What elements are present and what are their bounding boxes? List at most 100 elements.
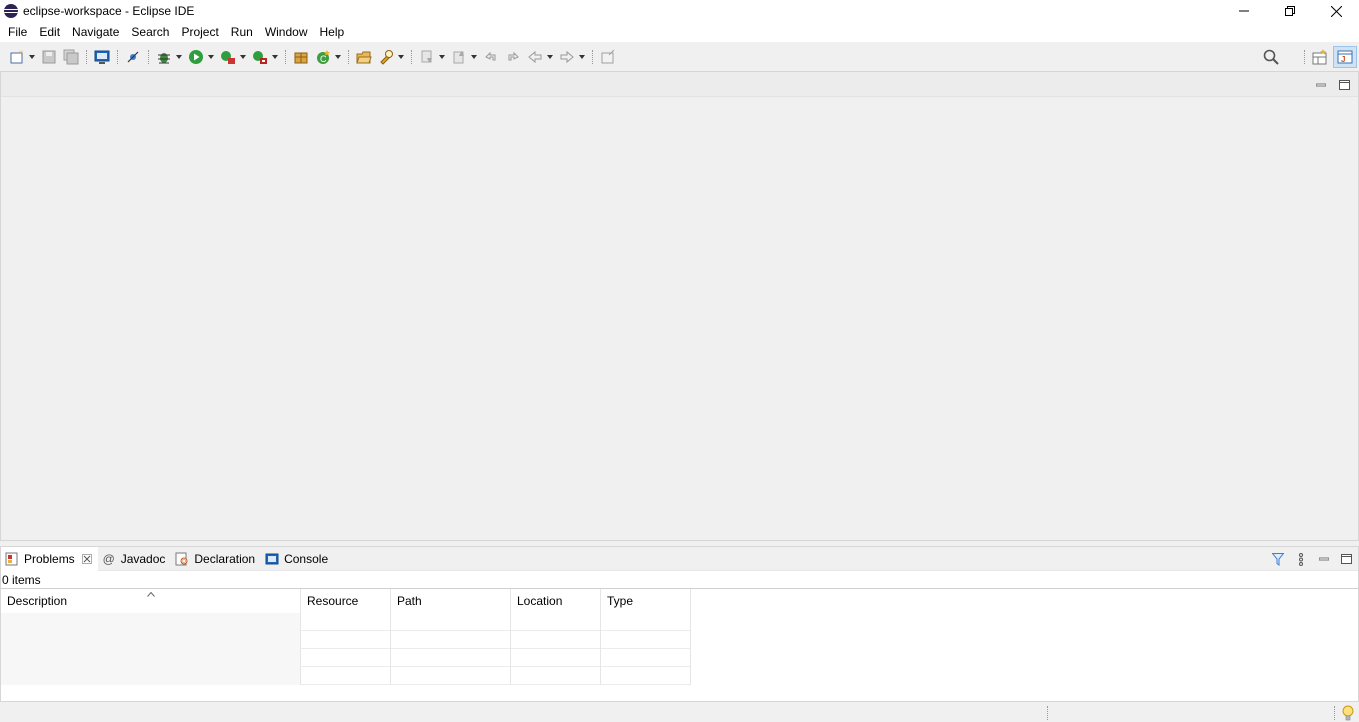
table-cell — [391, 667, 511, 685]
open-perspective-icon — [1312, 48, 1327, 64]
minimize-button[interactable] — [1221, 0, 1267, 22]
new-java-package-button[interactable] — [292, 48, 310, 66]
status-separator — [1334, 706, 1335, 720]
external-tools-dropdown[interactable] — [271, 48, 278, 66]
close-button[interactable] — [1313, 0, 1359, 22]
table-cell — [391, 613, 511, 631]
menu-search[interactable]: Search — [125, 22, 175, 42]
panel-minimize-button[interactable] — [1312, 547, 1335, 571]
close-tab-icon[interactable] — [81, 553, 92, 564]
new-button[interactable] — [8, 48, 26, 66]
table-cell — [691, 667, 1358, 685]
filter-button[interactable] — [1266, 547, 1289, 571]
editor-minimize-button[interactable] — [1314, 78, 1328, 92]
open-folder-icon — [356, 51, 372, 63]
debug-button[interactable] — [155, 48, 173, 66]
menu-navigate[interactable]: Navigate — [66, 22, 125, 42]
back-button[interactable] — [526, 48, 544, 66]
tab-problems[interactable]: Problems — [1, 546, 98, 571]
column-header-path[interactable]: Path — [391, 589, 511, 613]
forward-arrow-icon — [560, 50, 574, 63]
table-cell — [301, 631, 391, 649]
run-button[interactable] — [187, 48, 205, 66]
new-dropdown[interactable] — [28, 48, 35, 66]
tab-console[interactable]: Console — [261, 547, 334, 571]
column-label: Description — [7, 594, 68, 608]
tab-problems-label: Problems — [24, 551, 75, 566]
menu-run[interactable]: Run — [225, 22, 259, 42]
coverage-button[interactable] — [219, 48, 237, 66]
table-cell — [301, 613, 391, 631]
forward-dropdown[interactable] — [578, 48, 585, 66]
table-cell — [1, 631, 301, 649]
forward-button[interactable] — [558, 48, 576, 66]
open-type-button[interactable] — [355, 48, 373, 66]
monitor-icon — [94, 50, 110, 64]
save-button[interactable] — [40, 48, 58, 66]
back-dropdown[interactable] — [546, 48, 553, 66]
last-edit-location-button[interactable] — [482, 48, 500, 66]
skip-breakpoints-icon — [127, 51, 139, 62]
menu-project[interactable]: Project — [175, 22, 224, 42]
skip-breakpoints-button[interactable] — [124, 48, 142, 66]
column-header-type[interactable]: Type — [601, 589, 691, 613]
tab-javadoc-label: Javadoc — [120, 551, 166, 566]
next-annotation-dropdown[interactable] — [438, 48, 445, 66]
window-controls — [1221, 0, 1359, 22]
minimize-icon — [1316, 83, 1326, 87]
java-perspective-button[interactable]: J — [1333, 45, 1357, 68]
minimize-icon — [1318, 557, 1329, 561]
lightbulb-icon[interactable] — [1341, 705, 1355, 721]
new-java-class-dropdown[interactable] — [334, 48, 341, 66]
menu-file[interactable]: File — [2, 22, 33, 42]
column-header-description[interactable]: Description — [1, 589, 301, 613]
toolbar-right: J — [1260, 42, 1359, 71]
save-all-button[interactable] — [62, 48, 80, 66]
menu-help[interactable]: Help — [314, 22, 351, 42]
column-label: Path — [397, 594, 422, 608]
search-tool-button[interactable] — [377, 48, 395, 66]
global-search-button[interactable] — [1262, 48, 1280, 66]
restore-icon — [1285, 6, 1295, 16]
next-edit-icon — [508, 51, 519, 60]
editor-maximize-button[interactable] — [1337, 78, 1351, 92]
terminal-button[interactable] — [93, 48, 111, 66]
table-cell — [301, 667, 391, 685]
table-cell — [301, 649, 391, 667]
table-cell — [511, 631, 601, 649]
open-perspective-button[interactable] — [1311, 48, 1329, 66]
search-tool-dropdown[interactable] — [397, 48, 404, 66]
toolbar-separator — [148, 49, 149, 64]
editor-area[interactable] — [0, 71, 1359, 541]
coverage-dropdown[interactable] — [239, 48, 246, 66]
tab-javadoc[interactable]: @ Javadoc — [98, 547, 172, 571]
run-dropdown[interactable] — [207, 48, 214, 66]
window-title: eclipse-workspace - Eclipse IDE — [23, 4, 195, 18]
table-cell — [391, 649, 511, 667]
external-tools-button[interactable] — [251, 48, 269, 66]
column-header-location[interactable]: Location — [511, 589, 601, 613]
restore-button[interactable] — [1267, 0, 1313, 22]
menu-edit[interactable]: Edit — [33, 22, 66, 42]
previous-annotation-button[interactable] — [450, 48, 468, 66]
new-java-class-button[interactable]: C — [314, 48, 332, 66]
toolbar-separator — [86, 49, 87, 64]
column-header-resource[interactable]: Resource — [301, 589, 391, 613]
tab-declaration[interactable]: D Declaration — [171, 547, 261, 571]
previous-annotation-icon — [453, 50, 464, 63]
status-bar — [0, 702, 1359, 722]
next-annotation-button[interactable] — [418, 48, 436, 66]
items-count: 0 items — [2, 573, 41, 587]
next-edit-location-button[interactable] — [504, 48, 522, 66]
run-play-icon — [189, 49, 203, 64]
table-cell — [391, 631, 511, 649]
previous-annotation-dropdown[interactable] — [470, 48, 477, 66]
sort-ascending-icon — [147, 591, 155, 597]
declaration-icon: D — [175, 552, 189, 566]
panel-maximize-button[interactable] — [1335, 547, 1358, 571]
menu-window[interactable]: Window — [259, 22, 314, 42]
pin-editor-button[interactable] — [599, 48, 617, 66]
next-annotation-icon — [421, 50, 432, 63]
debug-dropdown[interactable] — [175, 48, 182, 66]
view-menu-button[interactable] — [1289, 547, 1312, 571]
